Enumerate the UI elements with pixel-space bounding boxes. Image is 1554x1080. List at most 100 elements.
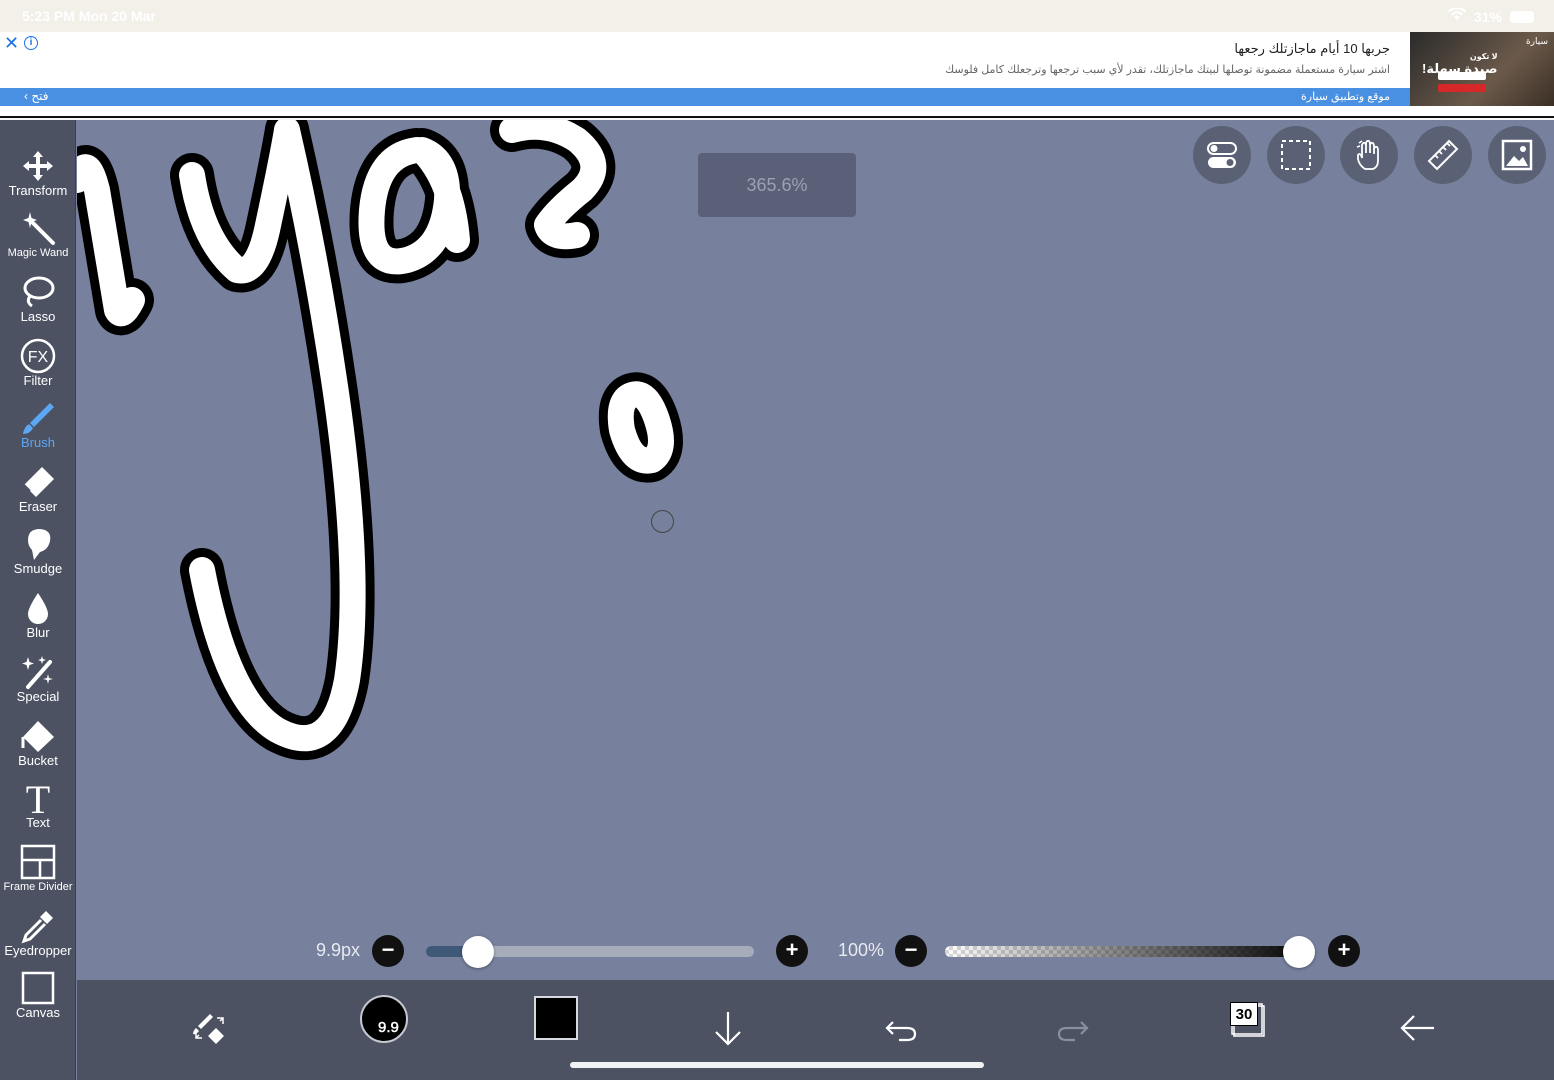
image-icon [1501, 139, 1533, 171]
tool-label: Bucket [18, 753, 58, 768]
opacity-label: 100% [838, 940, 885, 960]
ruler-icon [1427, 139, 1459, 171]
layer-count: 30 [1230, 1002, 1258, 1026]
drawing-canvas[interactable] [77, 120, 1554, 980]
ad-image-brand: سيارة [1525, 36, 1548, 46]
droplet-icon [28, 593, 48, 624]
ad-image-kicker: لا تكون [1469, 52, 1498, 61]
hand-button[interactable] [1340, 126, 1398, 184]
tool-label: Eraser [18, 499, 58, 514]
tool-eyedropper[interactable]: Eyedropper [0, 908, 76, 970]
tool-label: Magic Wand [7, 247, 69, 259]
tool-label: Brush [21, 435, 55, 450]
status-date: Mon 20 Mar [78, 8, 156, 24]
toggle-icon [1207, 142, 1237, 168]
selection-icon [1281, 140, 1311, 170]
image-button[interactable] [1488, 126, 1546, 184]
tool-brush[interactable]: Brush [0, 400, 76, 462]
zoom-indicator: 365.6% [698, 153, 856, 217]
ad-open-bar[interactable]: ‹ فتح موقع وتطبيق سيارة [0, 88, 1410, 106]
hand-icon [1356, 139, 1379, 170]
tool-eraser[interactable]: Eraser [0, 464, 76, 526]
text-T-icon: T [26, 780, 50, 816]
tool-transform[interactable]: Transform [0, 148, 76, 210]
sparkle-wand-icon [22, 656, 53, 689]
tool-magic-wand[interactable]: Magic Wand [0, 210, 76, 272]
tool-filter[interactable]: FX Filter [0, 338, 76, 400]
tool-smudge[interactable]: Smudge [0, 526, 76, 588]
close-icon[interactable]: ✕ [4, 34, 19, 52]
brush-preview-button[interactable]: 9.9 [360, 995, 408, 1043]
ad-open-label: فتح [31, 89, 49, 103]
ad-banner[interactable]: ✕ i جربها 10 أيام ماجازتلك رجعها اشتر سي… [0, 32, 1554, 118]
info-icon[interactable]: i [24, 36, 38, 50]
ad-image[interactable]: سيارة لا تكون صيدة سهلة! [1410, 32, 1554, 106]
tool-lasso[interactable]: Lasso [0, 274, 76, 336]
move-arrows-icon [23, 151, 53, 181]
brush-size-label: 9.9px [316, 940, 361, 960]
magic-wand-icon [23, 212, 55, 245]
ruler-button[interactable] [1414, 126, 1472, 184]
eraser-icon [23, 467, 54, 497]
tool-label: Blur [26, 625, 50, 640]
ad-description: اشتر سيارة مستعملة مضمونة توصلها لبيتك م… [945, 64, 1390, 76]
status-time-date: 5:23 PM Mon 20 Mar [22, 8, 156, 24]
tool-frame-divider[interactable]: Frame Divider [0, 844, 76, 906]
brush-eraser-swap-button[interactable] [180, 998, 240, 1058]
tool-label: Eyedropper [4, 943, 72, 958]
selection-button[interactable] [1267, 126, 1325, 184]
back-button[interactable] [1388, 998, 1448, 1058]
tool-blur[interactable]: Blur [0, 590, 76, 652]
plus-icon: + [785, 937, 799, 962]
ad-open-button[interactable]: ‹ فتح [24, 89, 48, 103]
tool-label: Text [26, 815, 50, 830]
download-button[interactable] [698, 998, 758, 1058]
redo-button[interactable] [1043, 998, 1103, 1058]
arrow-down-icon [715, 1012, 741, 1046]
tool-bucket[interactable]: Bucket [0, 718, 76, 780]
undo-button[interactable] [871, 998, 931, 1058]
home-indicator[interactable] [570, 1062, 984, 1068]
brush-size-decrease-button[interactable]: − [372, 935, 404, 967]
tool-label: Transform [8, 183, 68, 198]
tool-label: Filter [23, 373, 53, 388]
tool-canvas[interactable]: Canvas [0, 970, 76, 1032]
ad-image-red-button [1438, 84, 1486, 92]
opacity-decrease-button[interactable]: − [895, 935, 927, 967]
canvas-strokes [77, 120, 683, 761]
frame-divider-icon [20, 844, 56, 880]
undo-icon [885, 1021, 917, 1042]
plus-icon: + [1337, 937, 1351, 962]
tool-label: Special [16, 689, 60, 704]
battery-icon [1510, 10, 1534, 23]
tool-special[interactable]: Special [0, 654, 76, 716]
brush-cursor [651, 510, 674, 533]
canvas-icon [21, 971, 55, 1005]
tool-label: Lasso [20, 309, 56, 324]
status-indicators: 31% [1447, 6, 1534, 25]
redo-icon [1057, 1021, 1089, 1042]
battery-percent: 31% [1473, 8, 1502, 25]
color-swatch-button[interactable] [534, 996, 578, 1040]
tool-text[interactable]: T Text [0, 780, 76, 842]
opacity-thumb[interactable] [1283, 936, 1315, 968]
brush-icon [23, 403, 54, 434]
svg-text:FX: FX [28, 349, 49, 366]
ad-title[interactable]: جربها 10 أيام ماجازتلك رجعها [1234, 41, 1390, 57]
opacity-slider[interactable] [945, 946, 1313, 957]
swap-tool-icon [193, 1014, 224, 1044]
tool-label: Canvas [15, 1005, 61, 1020]
opacity-increase-button[interactable]: + [1328, 935, 1360, 967]
bucket-icon [21, 721, 54, 752]
status-bar: 5:23 PM Mon 20 Mar 31% [0, 0, 1554, 32]
lasso-icon [23, 276, 55, 308]
brush-size-increase-button[interactable]: + [776, 935, 808, 967]
smudge-icon [28, 529, 51, 560]
brush-preview-size: 9.9 [378, 1019, 399, 1037]
fx-icon: FX [20, 338, 56, 374]
eyedropper-icon [21, 911, 53, 944]
ad-image-button [1438, 72, 1486, 80]
toggle-button[interactable] [1193, 126, 1251, 184]
arrow-left-icon [1400, 1015, 1434, 1041]
svg-text:T: T [26, 780, 50, 816]
